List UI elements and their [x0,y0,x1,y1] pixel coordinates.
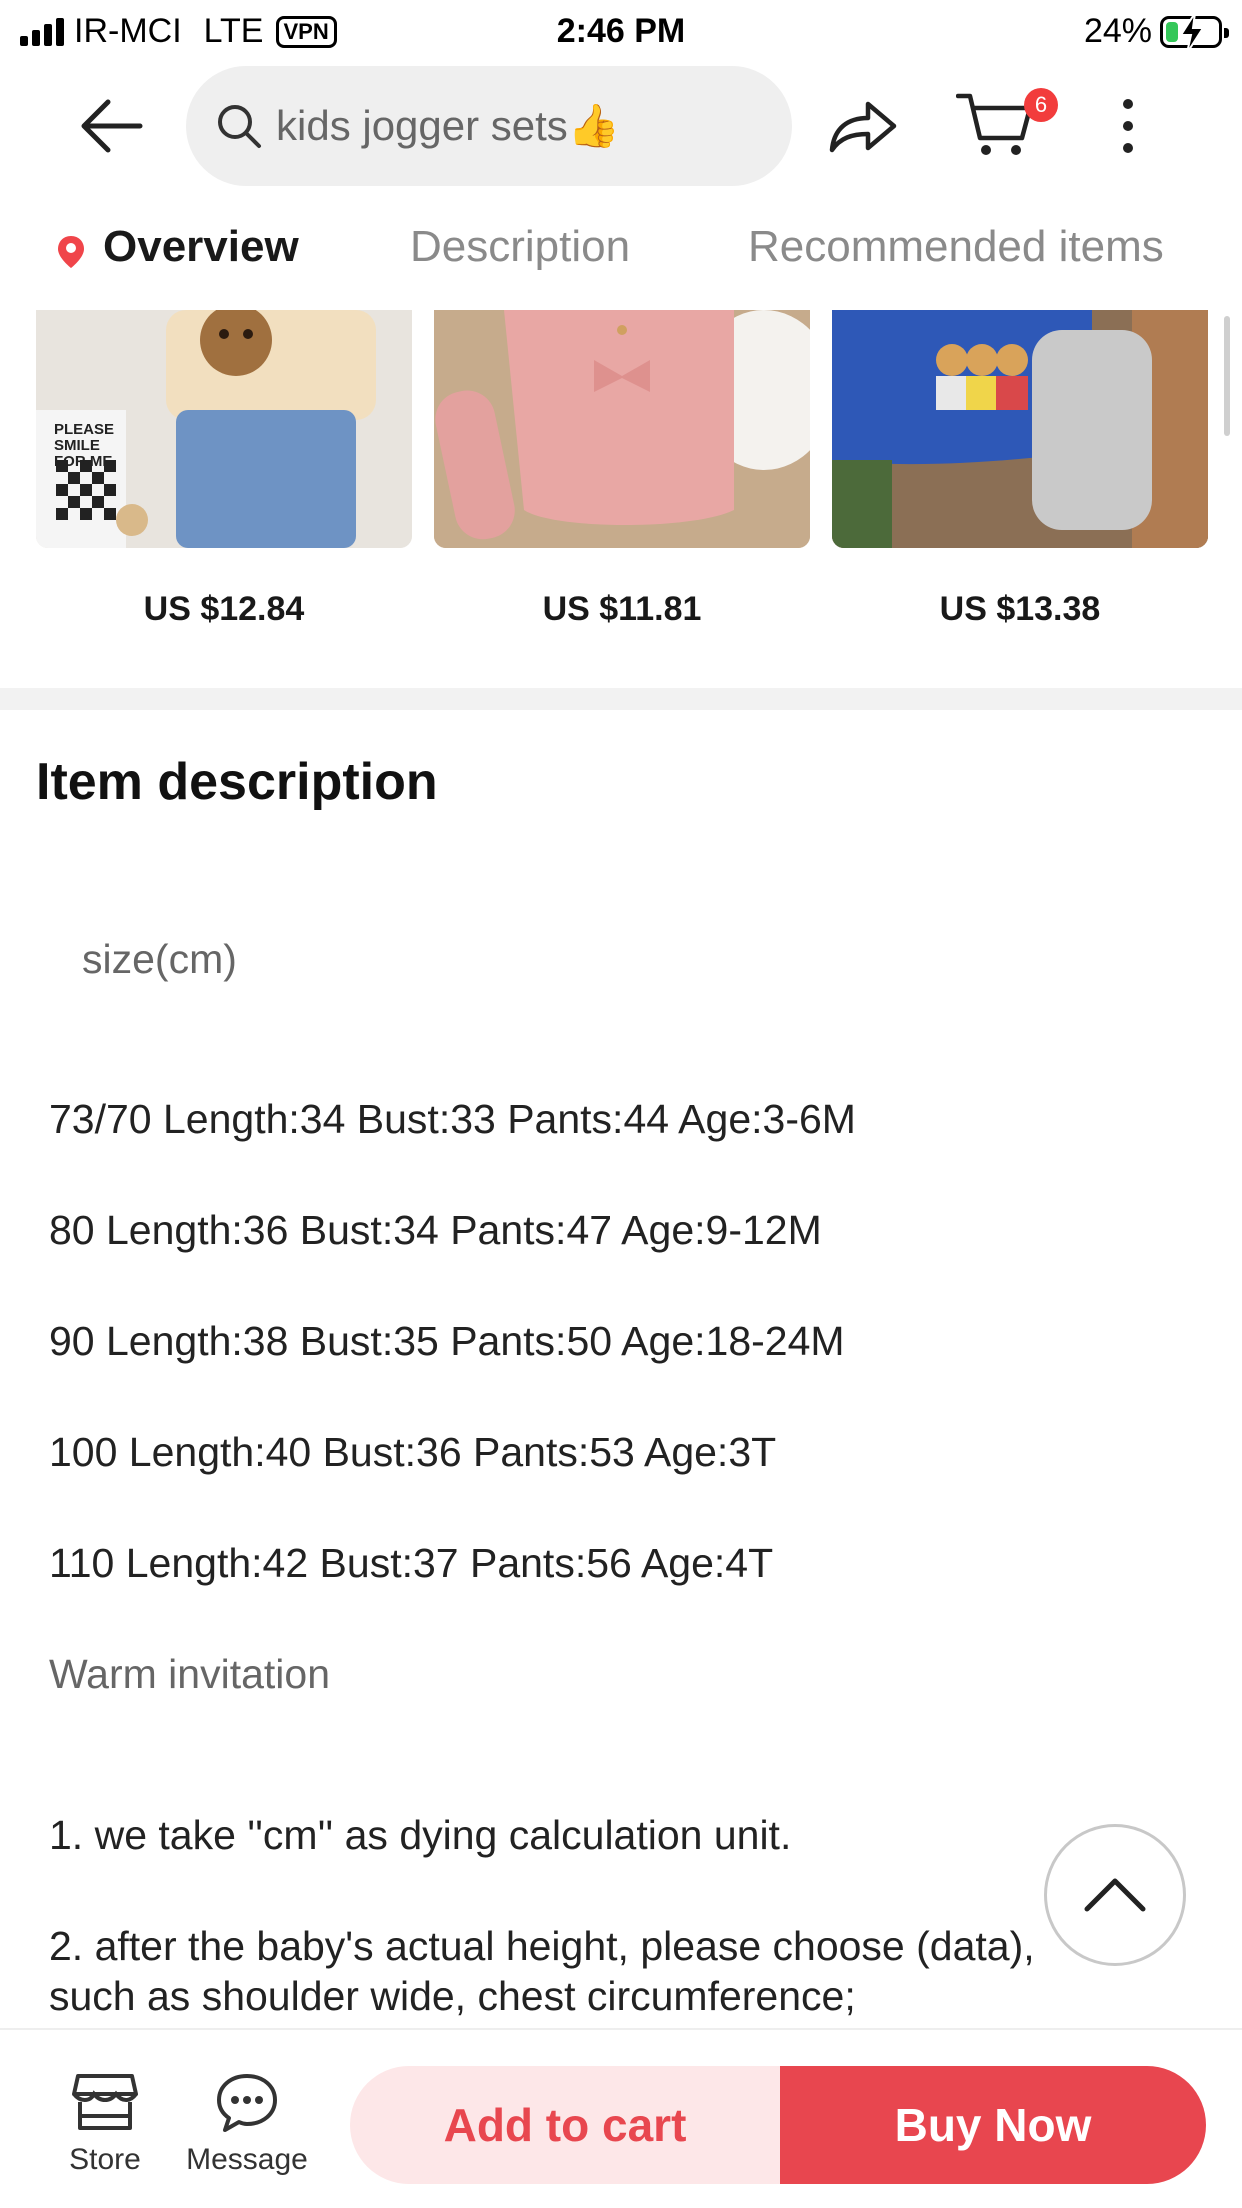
clock: 2:46 PM [556,12,686,50]
note-text: 1. we take ''cm'' as dying calculation u… [49,1812,792,1858]
back-to-top-button[interactable] [1044,1824,1186,1966]
search-icon [218,105,261,148]
message-button[interactable]: Message [182,2072,312,2177]
sign-text: PLEASE SMILE FOR ME [54,421,115,470]
store-icon [72,2074,138,2130]
charging-bolt-icon [1179,12,1205,53]
cart-count-badge: 6 [1024,88,1058,122]
size-row: 80 Length:36 Bust:34 Pants:47 Age:9-12M [49,1207,822,1253]
back-arrow-icon[interactable] [78,96,148,156]
search-input[interactable]: kids jogger sets👍 [186,66,792,186]
size-row: 110 Length:42 Bust:37 Pants:56 Age:4T [49,1540,774,1586]
size-row: 90 Length:38 Bust:35 Pants:50 Age:18-24M [49,1318,845,1364]
share-icon[interactable] [826,96,898,156]
recommended-strip: PLEASE SMILE FOR ME US $12.84 US $11.81 [0,310,1242,688]
product-price: US $12.84 [143,590,305,628]
note-text: such as shoulder wide, chest circumferen… [49,1973,856,2019]
store-label: Store [69,2143,141,2176]
warm-invitation-heading: Warm invitation [49,1651,330,1697]
product-image: PLEASE SMILE FOR ME [36,310,412,548]
product-price: US $13.38 [939,590,1101,628]
top-nav: kids jogger sets👍 6 [0,62,1242,190]
product-price: US $11.81 [542,590,702,628]
location-pin-icon [58,236,84,268]
message-icon [217,2074,277,2132]
note-text: 2. after the baby's actual height, pleas… [49,1923,1035,1969]
status-bar: IR-MCI LTE VPN 2:46 PM 24% [0,0,1242,62]
tab-recommended-items[interactable]: Recommended items [748,222,1164,272]
recommended-item[interactable]: US $13.38 [832,310,1208,629]
search-query: kids jogger sets👍 [276,101,621,149]
more-options-icon[interactable] [1118,96,1138,156]
message-label: Message [186,2143,308,2176]
section-divider [0,688,1242,710]
size-heading: size(cm) [82,936,237,982]
tab-overview[interactable]: Overview [103,222,299,272]
product-image [434,310,810,548]
scrollbar[interactable] [1224,316,1230,436]
bottom-action-bar: Store Message Add to cart Buy Now [0,2028,1242,2208]
battery-icon [1160,12,1229,53]
section-tabs: Overview Description Recommended items [0,190,1242,310]
add-to-cart-button[interactable]: Add to cart [350,2066,780,2184]
size-row: 100 Length:40 Bust:36 Pants:53 Age:3T [49,1429,777,1475]
recommended-item[interactable]: PLEASE SMILE FOR ME US $12.84 [36,310,412,629]
buy-now-button[interactable]: Buy Now [780,2066,1206,2184]
recommended-item[interactable]: US $11.81 [434,310,810,629]
battery-percent: 24% [1083,12,1152,50]
store-button[interactable]: Store [40,2072,170,2177]
product-image [832,310,1208,548]
size-row: 73/70 Length:34 Bust:33 Pants:44 Age:3-6… [49,1096,856,1142]
item-description-title: Item description [36,753,438,811]
tab-description[interactable]: Description [410,222,630,272]
chevron-up-icon [1084,1878,1146,1912]
